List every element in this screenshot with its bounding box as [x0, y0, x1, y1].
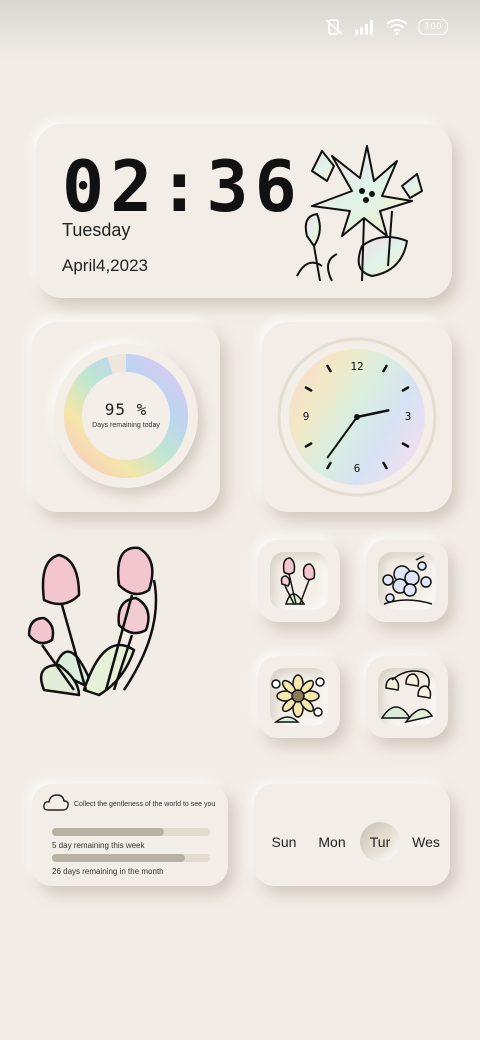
- status-bar: 100: [0, 0, 480, 60]
- clock-numeral-12: 12: [350, 360, 363, 373]
- clock-numeral-6: 6: [354, 462, 361, 475]
- tulip-flowers-icon: [280, 557, 316, 605]
- mute-vibrate-icon: [325, 19, 343, 35]
- signal-icon: [355, 20, 373, 35]
- progress-label: Days remaining today: [92, 422, 160, 429]
- remaining-days-widget[interactable]: Collect the gentleness of the world to s…: [32, 784, 228, 886]
- battery-indicator: 100: [418, 19, 448, 35]
- tulip-sticker-icon: [27, 546, 158, 697]
- week-progress-track: [52, 828, 210, 836]
- month-remaining-text: 26 days remaining in the month: [52, 867, 164, 876]
- week-progress-fill: [52, 828, 165, 836]
- month-progress-fill: [52, 854, 185, 862]
- lily-flower-icon: [296, 145, 423, 282]
- progress-percent: 95 %: [104, 400, 148, 419]
- clock-numeral-9: 9: [303, 410, 310, 423]
- app-tile-sunflowers[interactable]: [258, 656, 340, 738]
- app-tile-violets[interactable]: [366, 540, 448, 622]
- analog-clock: 12 3 6 9: [277, 337, 437, 497]
- quote-text: Collect the gentleness of the world to s…: [74, 801, 216, 808]
- clock-widget[interactable]: 02:36 Tuesday April4,2023: [36, 124, 452, 298]
- clock-numeral-3: 3: [405, 410, 412, 423]
- month-progress-track: [52, 854, 210, 862]
- weekday-tur[interactable]: Tur: [360, 834, 400, 850]
- bellflower-icon: [380, 670, 434, 724]
- app-tile-bellflowers[interactable]: [366, 656, 448, 738]
- weekday-sun[interactable]: Sun: [264, 834, 304, 850]
- wifi-icon: [386, 19, 408, 35]
- cloud-icon: [43, 794, 69, 811]
- weekday-wes[interactable]: Wes: [406, 834, 446, 850]
- weekday-widget[interactable]: Sun Mon Tur Wes: [254, 784, 450, 886]
- sunflower-icon: [271, 674, 325, 723]
- weekday-text: Tuesday: [62, 220, 131, 240]
- weekday-mon[interactable]: Mon: [312, 834, 352, 850]
- progress-widget[interactable]: 95 % Days remaining today: [32, 322, 220, 512]
- app-tile-tulips[interactable]: [258, 540, 340, 622]
- date-text: April4,2023: [62, 256, 149, 275]
- digital-time: 02:36: [62, 146, 303, 228]
- week-remaining-text: 5 day remaining this week: [52, 841, 145, 850]
- violet-flowers-icon: [382, 555, 433, 605]
- analog-clock-widget[interactable]: 12 3 6 9: [262, 322, 452, 512]
